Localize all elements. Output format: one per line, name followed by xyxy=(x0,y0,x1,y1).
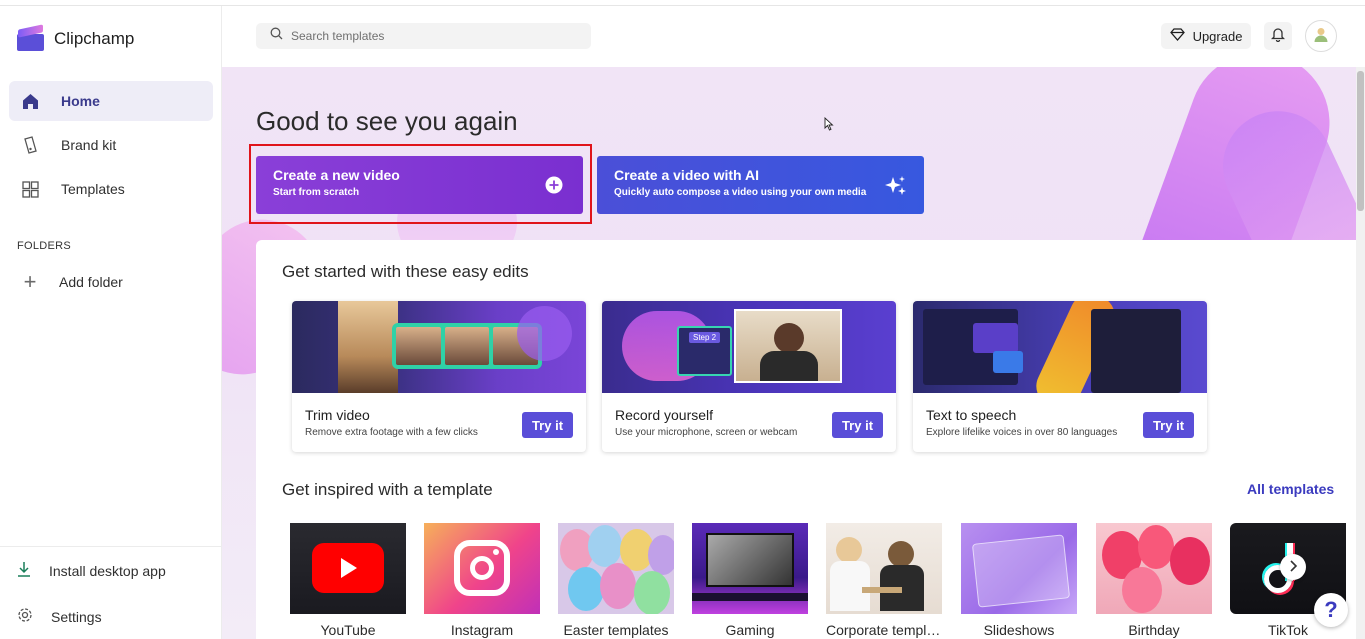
sidebar-item-brand-kit[interactable]: Brand kit xyxy=(9,125,213,165)
gaming-thumbnail xyxy=(692,523,808,614)
mouse-cursor-icon xyxy=(824,117,834,136)
upgrade-button[interactable]: Upgrade xyxy=(1161,23,1251,49)
card-subtitle: Use your microphone, screen or webcam xyxy=(615,427,797,438)
brand[interactable]: Clipchamp xyxy=(17,26,134,52)
cta-title: Create a video with AI xyxy=(614,167,907,183)
sidebar-item-label: Templates xyxy=(61,181,125,197)
template-easter[interactable]: Easter templates xyxy=(558,523,674,638)
birthday-thumbnail xyxy=(1096,523,1212,614)
template-label: Corporate templates xyxy=(826,622,942,638)
install-desktop-app-button[interactable]: Install desktop app xyxy=(17,561,166,580)
question-icon: ? xyxy=(1324,597,1337,623)
sparkle-icon xyxy=(884,174,906,196)
card-title: Text to speech xyxy=(926,407,1016,423)
template-label: Easter templates xyxy=(558,622,674,638)
chevron-right-icon xyxy=(1288,559,1298,575)
instagram-logo-icon xyxy=(454,540,510,596)
template-label: YouTube xyxy=(290,622,406,638)
templates-icon xyxy=(21,180,39,198)
user-icon xyxy=(1312,25,1330,48)
templates-heading: Get inspired with a template xyxy=(282,480,493,500)
text-to-speech-thumbnail xyxy=(913,301,1207,393)
notifications-button[interactable] xyxy=(1264,22,1292,50)
play-icon xyxy=(312,543,384,593)
all-templates-link[interactable]: All templates xyxy=(1247,481,1334,497)
upgrade-label: Upgrade xyxy=(1193,29,1243,44)
add-folder-label: Add folder xyxy=(59,274,123,290)
card-title: Record yourself xyxy=(615,407,713,423)
sidebar-item-label: Brand kit xyxy=(61,137,116,153)
easy-edits-heading: Get started with these easy edits xyxy=(282,262,529,282)
cta-subtitle: Start from scratch xyxy=(273,187,566,198)
search-input[interactable] xyxy=(291,29,571,43)
folders-heading: FOLDERS xyxy=(17,240,71,252)
template-corporate[interactable]: Corporate templates xyxy=(826,523,942,638)
template-youtube[interactable]: YouTube xyxy=(290,523,406,638)
add-folder-button[interactable]: + Add folder xyxy=(17,269,123,295)
settings-label: Settings xyxy=(51,609,102,625)
sidebar-item-home[interactable]: Home xyxy=(9,81,213,121)
scrollbar-thumb[interactable] xyxy=(1357,71,1364,211)
settings-button[interactable]: Settings xyxy=(17,607,102,626)
search-bar[interactable] xyxy=(256,23,591,49)
template-label: Birthday xyxy=(1096,622,1212,638)
sidebar: Clipchamp Home Brand kit Templates FOLDE… xyxy=(0,6,222,639)
trim-video-card[interactable]: Trim video Remove extra footage with a f… xyxy=(292,301,586,452)
text-to-speech-card[interactable]: Text to speech Explore lifelike voices i… xyxy=(913,301,1207,452)
plus-icon: + xyxy=(17,269,43,295)
trim-video-thumbnail xyxy=(292,301,586,393)
record-yourself-thumbnail: Step 2 xyxy=(602,301,896,393)
diamond-icon xyxy=(1170,28,1185,44)
home-icon xyxy=(21,92,39,110)
template-label: Instagram xyxy=(424,622,540,638)
template-gaming[interactable]: Gaming xyxy=(692,523,808,638)
gear-icon xyxy=(17,607,33,626)
card-subtitle: Explore lifelike voices in over 80 langu… xyxy=(926,427,1117,438)
carousel-next-button[interactable] xyxy=(1280,554,1306,580)
avatar[interactable] xyxy=(1305,20,1337,52)
try-it-button[interactable]: Try it xyxy=(1143,412,1194,438)
slideshows-thumbnail xyxy=(961,523,1077,614)
create-new-video-button[interactable]: Create a new video Start from scratch xyxy=(256,156,583,214)
app-name: Clipchamp xyxy=(54,29,134,49)
download-icon xyxy=(17,561,31,580)
record-yourself-card[interactable]: Step 2 Record yourself Use your micropho… xyxy=(602,301,896,452)
instagram-thumbnail xyxy=(424,523,540,614)
template-instagram[interactable]: Instagram xyxy=(424,523,540,638)
try-it-button[interactable]: Try it xyxy=(522,412,573,438)
cta-title: Create a new video xyxy=(273,167,566,183)
help-button[interactable]: ? xyxy=(1314,593,1348,627)
clipchamp-logo-icon xyxy=(17,26,44,52)
card-title: Trim video xyxy=(305,407,370,423)
divider xyxy=(0,546,222,547)
try-it-button[interactable]: Try it xyxy=(832,412,883,438)
template-label: Slideshows xyxy=(961,622,1077,638)
template-label: Gaming xyxy=(692,622,808,638)
template-slideshows[interactable]: Slideshows xyxy=(961,523,1077,638)
cta-subtitle: Quickly auto compose a video using your … xyxy=(614,187,907,198)
corporate-thumbnail xyxy=(826,523,942,614)
step-badge: Step 2 xyxy=(689,332,720,343)
create-video-with-ai-button[interactable]: Create a video with AI Quickly auto comp… xyxy=(597,156,924,214)
scrollbar[interactable] xyxy=(1356,67,1365,639)
youtube-thumbnail xyxy=(290,523,406,614)
easter-thumbnail xyxy=(558,523,674,614)
template-birthday[interactable]: Birthday xyxy=(1096,523,1212,638)
install-label: Install desktop app xyxy=(49,563,166,579)
search-icon xyxy=(270,27,283,45)
bell-icon xyxy=(1271,26,1285,47)
brand-kit-icon xyxy=(21,136,39,154)
card-subtitle: Remove extra footage with a few clicks xyxy=(305,427,478,438)
sidebar-item-label: Home xyxy=(61,93,100,109)
sidebar-item-templates[interactable]: Templates xyxy=(9,169,213,209)
add-circle-icon xyxy=(543,174,565,196)
page-title: Good to see you again xyxy=(256,106,518,137)
